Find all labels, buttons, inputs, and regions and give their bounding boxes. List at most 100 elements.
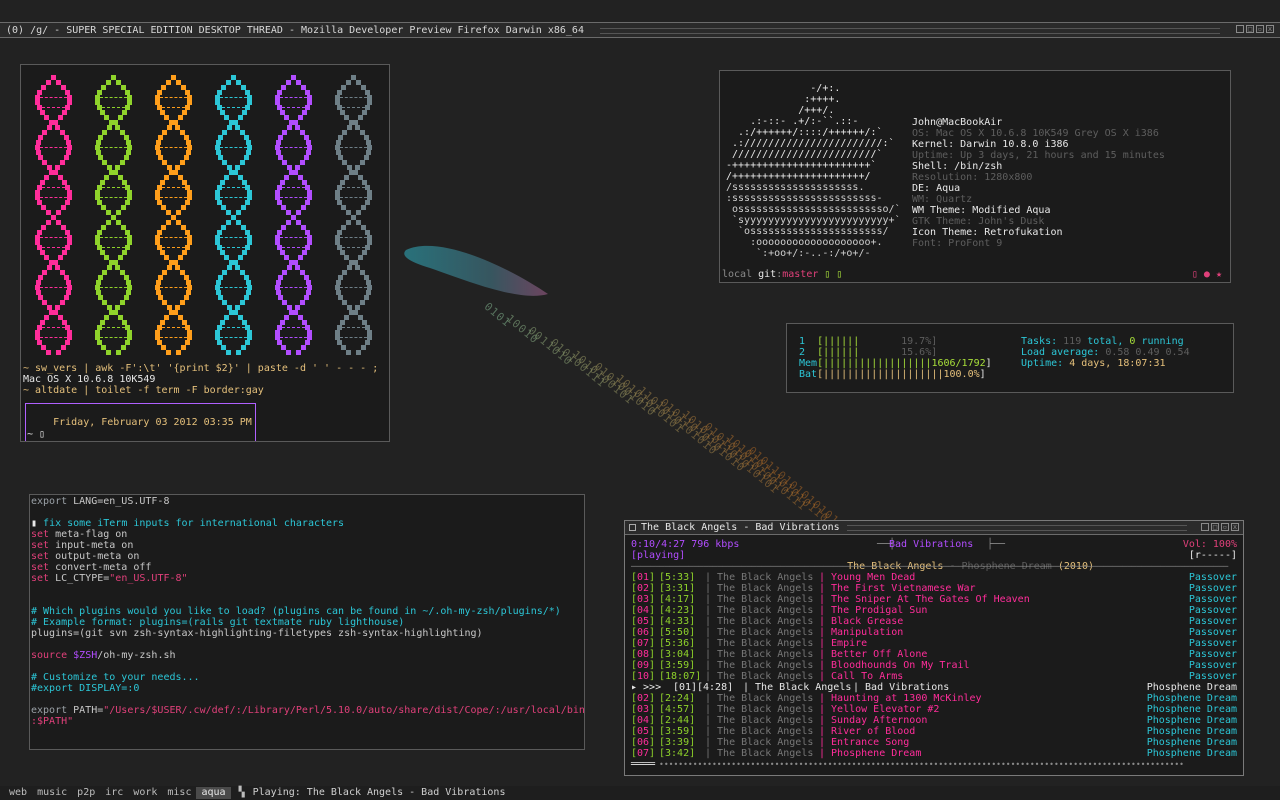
track-num-bracket: ] — [649, 660, 656, 671]
playlist-row[interactable]: [08] [3:04] | The Black Angels | Better Off… — [631, 649, 1237, 660]
editor-token: # Example format: plugins=(rails git tex… — [31, 617, 405, 628]
playlist-row[interactable]: [07] [3:42] | The Black Angels | Phosphene … — [631, 748, 1237, 759]
tag-irc[interactable]: irc — [100, 787, 128, 799]
playlist-row[interactable]: [06] [5:50] | The Black Angels | Manipulati… — [631, 627, 1237, 638]
playback-mode[interactable]: [r-----] — [1189, 550, 1237, 561]
tag-web[interactable]: web — [4, 787, 32, 799]
tag-p2p[interactable]: p2p — [72, 787, 100, 799]
playlist-row[interactable]: [10] [18:07] | The Black Angels | Call To A… — [631, 671, 1237, 682]
playlist-row[interactable]: [03] [4:57] | The Black Angels | Yellow Ele… — [631, 704, 1237, 715]
tag-music[interactable]: music — [32, 787, 72, 799]
info-resolution: Resolution: 1280x800 — [912, 172, 1033, 183]
terminal-prompt[interactable]: ~ ▯ — [27, 429, 45, 440]
close-icon[interactable]: x — [1266, 25, 1274, 33]
helix-dot — [57, 115, 63, 120]
layout-icon[interactable]: ▚ — [231, 787, 253, 799]
playlist-row[interactable]: [05] [4:33] | The Black Angels | Black Grea… — [631, 616, 1237, 627]
helix-rung — [220, 337, 247, 339]
window-menu-icon[interactable] — [629, 524, 636, 531]
sysinfo-terminal-window[interactable]: -/+:. :++++. /+++/. .:-::- .+/:-``.::- .… — [719, 70, 1231, 283]
playlist-row[interactable]: [02] [2:24] | The Black Angels | Haunting a… — [631, 693, 1237, 704]
logo-line: `:+oo+/:-..-:/+o+/- — [726, 248, 871, 259]
maximize-icon[interactable]: □ — [1246, 25, 1254, 33]
logo-line: .:/++++++/::::/++++++/:` — [726, 127, 883, 138]
track-album: Passover — [1188, 594, 1237, 605]
track-album: Passover — [1188, 627, 1237, 638]
helix-rung — [100, 237, 127, 239]
htop-window[interactable]: 1 [|||||| 19.7%] 2 [|||||| 15.6%] Mem[||||… — [786, 323, 1234, 393]
tag-work[interactable]: work — [128, 787, 162, 799]
helix-dot — [116, 210, 122, 215]
restore-icon[interactable]: ▫ — [1221, 523, 1229, 531]
track-num-bracket: ] — [649, 715, 656, 726]
track-title: | Phosphene Dream — [819, 748, 922, 759]
playlist-row[interactable]: [04] [2:44] | The Black Angels | Sunday Aft… — [631, 715, 1237, 726]
helix-rung — [100, 147, 127, 149]
playlist-row[interactable]: [07] [5:36] | The Black Angels | Empire Pass… — [631, 638, 1237, 649]
helix-rung — [101, 107, 126, 109]
minimize-icon[interactable]: _ — [1201, 523, 1209, 531]
track-album: Phosphene Dream — [1146, 693, 1237, 704]
editor-buffer[interactable]: export LANG=en_US.UTF-8 ▮ fix some iTerm … — [31, 496, 584, 727]
helix-rung — [220, 147, 247, 149]
helix-dot — [180, 345, 186, 350]
logo-line: /+++/. — [726, 105, 835, 116]
helix-dot — [299, 160, 305, 165]
playlist-row[interactable]: [09] [3:59] | The Black Angels | Bloodhound… — [631, 660, 1237, 671]
helix-dot — [45, 210, 51, 215]
zshrc-editor-window[interactable]: export LANG=en_US.UTF-8 ▮ fix some iTerm … — [29, 494, 585, 750]
helix-dot — [344, 175, 350, 180]
close-icon[interactable]: x — [1231, 523, 1239, 531]
track-number: 03 — [637, 704, 650, 715]
resource-meters: 1 [|||||| 19.7%] 2 [|||||| 15.6%] Mem[||||… — [799, 336, 992, 380]
helix-terminal-window[interactable]: ~ sw_vers | awk -F':\t' '{print $2}' | p… — [20, 64, 390, 442]
progress-track: ••••••••••••••••••••••••••••••••••••••••… — [659, 760, 1184, 769]
track-artist: | The Black Angels — [705, 627, 814, 638]
playlist-row[interactable]: [04] [4:23] | The Black Angels | The Prodig… — [631, 605, 1237, 616]
editor-token: PATH= — [67, 705, 104, 716]
helix-dot — [167, 125, 173, 130]
helix-rung — [220, 237, 247, 239]
helix-dot — [179, 300, 185, 305]
helix-dot — [56, 350, 62, 355]
playlist-row[interactable]: [01] [5:33] | The Black Angels | Young Men … — [631, 572, 1237, 583]
track-num-bracket: ] — [649, 627, 656, 638]
info-gtk-theme: GTK Theme: John's Dusk — [912, 216, 1045, 227]
helix-dot — [285, 220, 291, 225]
helix-dot — [117, 255, 123, 260]
helix-dot — [107, 125, 113, 130]
helix-dot — [47, 125, 53, 130]
tag-aqua[interactable]: aqua — [196, 787, 231, 799]
editor-line: set LC_CTYPE="en_US.UTF-8" — [31, 573, 584, 584]
bat-meter: Bat[||||||||||||||||||||100.0%] — [799, 369, 986, 380]
playlist-row[interactable]: [06] [3:39] | The Black Angels | Entrance S… — [631, 737, 1237, 748]
progress-bar[interactable]: ════ •••••••••••••••••••••••••••••••••••… — [631, 759, 1237, 770]
helix-rung — [101, 247, 126, 249]
editor-token: export — [31, 705, 68, 716]
track-artist: | The Black Angels — [705, 605, 814, 616]
playlist-row-current[interactable]: ▸ >>> [01] [4:28] | The Black Angels | Bad V… — [631, 682, 1237, 693]
music-player-window[interactable]: The Black Angels - Bad Vibrations _ □ ▫ … — [624, 520, 1244, 776]
track-num-bracket: ] — [649, 726, 656, 737]
prompt-local: local — [722, 269, 753, 280]
track-title: | Manipulation — [819, 627, 904, 638]
maximize-icon[interactable]: □ — [1211, 523, 1219, 531]
track-number: 08 — [637, 649, 650, 660]
helix-dot — [177, 255, 183, 260]
info-uptime: Uptime: Up 3 days, 21 hours and 15 minut… — [912, 150, 1165, 161]
minimize-icon[interactable]: _ — [1236, 25, 1244, 33]
helix-dot — [120, 345, 126, 350]
restore-icon[interactable]: ▫ — [1256, 25, 1264, 33]
playlist-row[interactable]: [02] [3:31] | The Black Angels | The First … — [631, 583, 1237, 594]
playlist-row[interactable]: [03] [4:17] | The Black Angels | The Sniper… — [631, 594, 1237, 605]
zsh-prompt[interactable]: local git:master ▯ ▯ — [722, 269, 842, 280]
track-number: 10 — [637, 671, 650, 682]
tag-misc[interactable]: misc — [162, 787, 196, 799]
editor-line: #export DISPLAY=:0 — [31, 683, 584, 694]
playlist-row[interactable]: [05] [3:59] | The Black Angels | River of B… — [631, 726, 1237, 737]
track-num-bracket: ] — [649, 583, 656, 594]
helix-dot — [345, 220, 351, 225]
info-de: DE: Aqua — [912, 183, 961, 194]
